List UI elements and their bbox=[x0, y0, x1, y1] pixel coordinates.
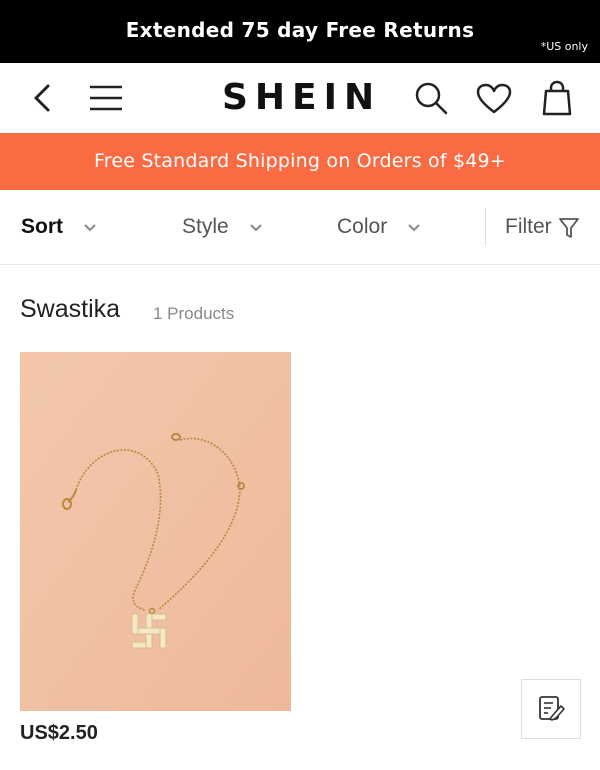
page-title: Swastika bbox=[20, 295, 121, 323]
style-dropdown[interactable]: Style bbox=[182, 215, 229, 239]
filter-bar: Sort Style Color Filter bbox=[0, 190, 600, 265]
shipping-promo-banner[interactable]: Free Standard Shipping on Orders of $49+ bbox=[0, 133, 600, 190]
heart-icon[interactable] bbox=[476, 83, 512, 115]
feedback-button[interactable] bbox=[521, 679, 581, 739]
product-count: 1 Products bbox=[153, 304, 235, 323]
shein-logo[interactable]: SHEIN bbox=[222, 77, 381, 118]
chevron-down-icon bbox=[84, 224, 96, 232]
announcement-text: Extended 75 day Free Returns bbox=[125, 18, 475, 42]
product-image[interactable] bbox=[20, 352, 291, 711]
filter-divider bbox=[485, 208, 486, 246]
announcement-note: *US only bbox=[540, 40, 588, 53]
product-price: US$2.50 bbox=[20, 722, 98, 744]
announcement-bar: Extended 75 day Free Returns *US only bbox=[0, 0, 600, 63]
chevron-down-icon bbox=[408, 224, 420, 232]
back-icon[interactable] bbox=[30, 83, 54, 113]
site-header: SHEIN bbox=[0, 63, 600, 133]
filter-button[interactable]: Filter bbox=[505, 215, 552, 239]
necklace-illustration bbox=[20, 352, 291, 711]
funnel-icon[interactable] bbox=[559, 217, 579, 239]
sort-dropdown[interactable]: Sort bbox=[21, 215, 63, 239]
edit-note-icon bbox=[539, 696, 565, 721]
bag-icon[interactable] bbox=[542, 80, 572, 116]
menu-icon[interactable] bbox=[88, 83, 124, 113]
results-header: Swastika 1 Products bbox=[20, 295, 234, 324]
chevron-down-icon bbox=[250, 224, 262, 232]
color-dropdown[interactable]: Color bbox=[337, 215, 387, 239]
search-icon[interactable] bbox=[414, 81, 448, 115]
